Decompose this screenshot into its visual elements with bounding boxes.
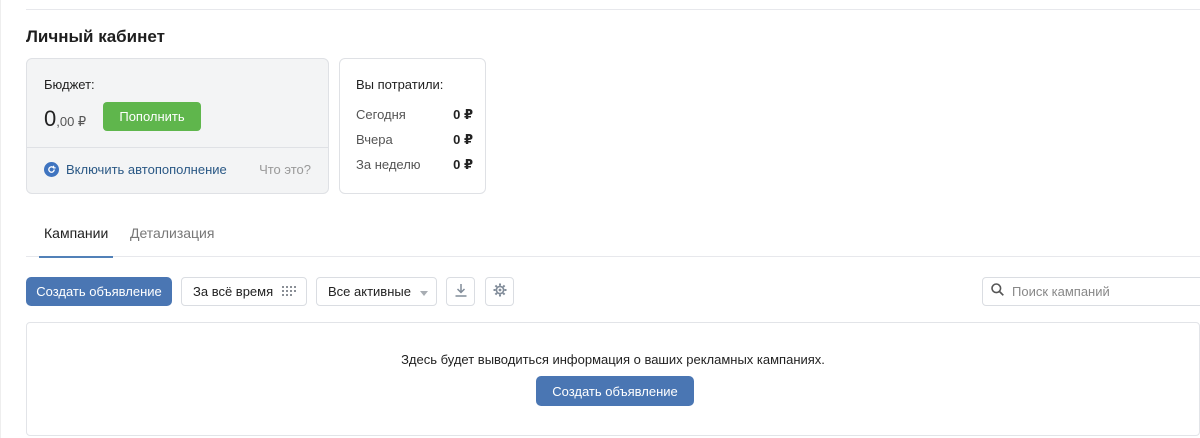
status-filter-select[interactable]: Все активные [316,277,437,306]
status-filter-label: Все активные [328,284,411,299]
settings-button[interactable] [485,277,514,306]
campaigns-empty-panel: Здесь будет выводиться информация о ваши… [26,322,1200,436]
search-box [982,277,1200,306]
download-button[interactable] [446,277,475,306]
budget-amount-sub: ,00 ₽ [56,114,87,129]
empty-state-text: Здесь будет выводиться информация о ваши… [401,352,825,367]
search-input[interactable] [1012,284,1192,299]
autofill-link[interactable]: Включить автопополнение [44,162,227,177]
budget-amount: 0,00 ₽ [44,106,86,132]
spend-row-value: 0 ₽ [453,107,473,122]
create-ad-button[interactable]: Создать объявление [26,277,172,306]
budget-label: Бюджет: [44,77,95,92]
calendar-grid-icon [282,284,297,299]
spend-row-label: Вчера [356,132,393,147]
spend-row-label: Сегодня [356,107,406,122]
spend-row-week: За неделю 0 ₽ [356,157,473,173]
card-divider [27,147,328,148]
gear-icon [493,283,507,300]
window-edge [0,0,1,438]
budget-card: Бюджет: 0,00 ₽ Пополнить Включить автопо… [26,58,329,194]
top-divider [26,0,1200,10]
autofill-label: Включить автопополнение [66,162,227,177]
chevron-down-icon [419,284,428,299]
search-icon [991,282,1004,301]
period-filter-label: За всё время [193,284,274,299]
download-icon [455,283,467,300]
create-ad-button-center[interactable]: Создать объявление [536,376,694,406]
spend-row-today: Сегодня 0 ₽ [356,107,473,123]
refresh-icon [44,162,59,177]
tab-details[interactable]: Детализация [130,225,214,257]
tab-campaigns[interactable]: Кампании [38,225,114,258]
topup-button[interactable]: Пополнить [103,102,201,131]
what-is-this-link[interactable]: Что это? [259,162,311,177]
page-title: Личный кабинет [26,27,165,46]
period-filter-button[interactable]: За всё время [181,277,307,306]
spend-card: Вы потратили: Сегодня 0 ₽ Вчера 0 ₽ За н… [339,58,486,194]
spend-row-yesterday: Вчера 0 ₽ [356,132,473,148]
spend-row-value: 0 ₽ [453,157,473,172]
spend-title: Вы потратили: [356,77,444,92]
spend-row-label: За неделю [356,157,421,172]
tabs-bar: Кампании Детализация [26,222,1200,258]
spend-row-value: 0 ₽ [453,132,473,147]
budget-amount-main: 0 [44,106,57,131]
